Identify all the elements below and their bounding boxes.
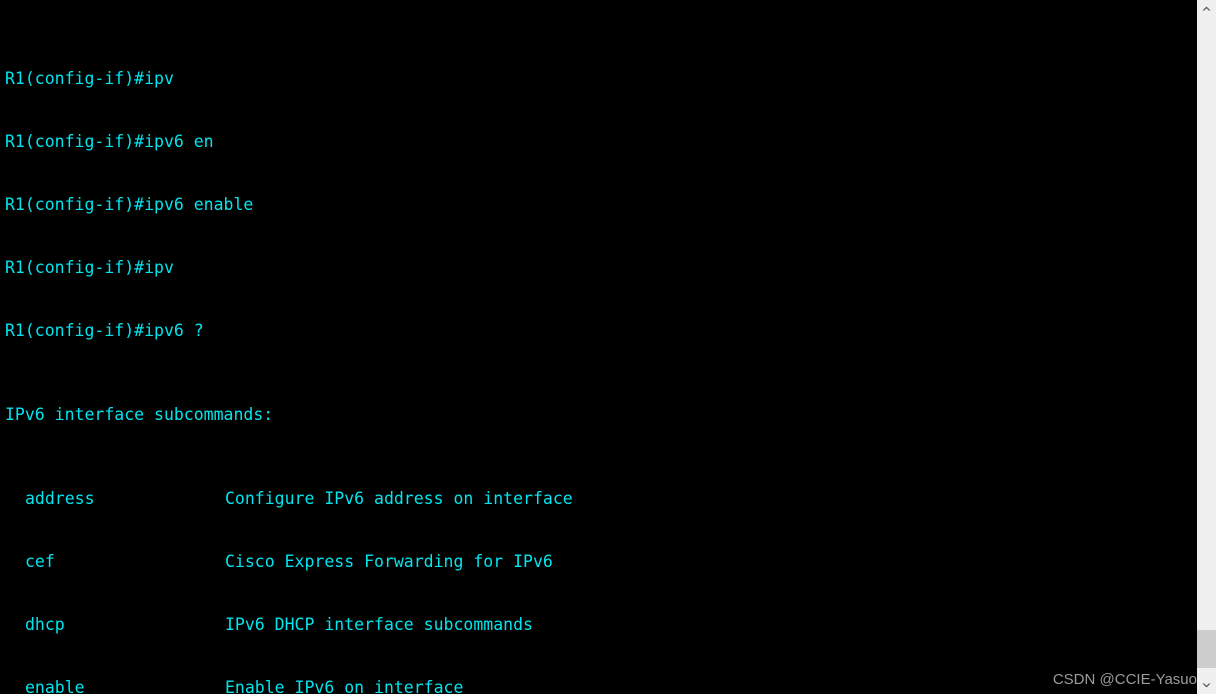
terminal-line: R1(config-if)#ipv — [5, 258, 174, 277]
help-description: IPv6 DHCP interface subcommands — [225, 615, 533, 634]
help-entry-address: address Configure IPv6 address on interfa… — [5, 488, 1197, 509]
scrollbar-thumb[interactable] — [1197, 630, 1216, 668]
help-command: dhcp — [25, 615, 65, 634]
help-entry-enable: enable Enable IPv6 on interface — [5, 677, 1197, 694]
help-entry-cef: cef Cisco Express Forwarding for IPv6 — [5, 551, 1197, 572]
terminal-line: R1(config-if)#ipv6 enable — [5, 195, 254, 214]
help-description: Cisco Express Forwarding for IPv6 — [225, 552, 553, 571]
vertical-scrollbar[interactable] — [1197, 0, 1216, 694]
terminal-line: R1(config-if)#ipv6 en — [5, 132, 214, 151]
chevron-down-icon — [1202, 683, 1211, 688]
help-command: enable — [25, 678, 85, 694]
scroll-up-button[interactable] — [1197, 0, 1216, 18]
help-entry-dhcp: dhcp IPv6 DHCP interface subcommands — [5, 614, 1197, 635]
terminal-window: R1(config-if)#ipv R1(config-if)#ipv6 en … — [0, 0, 1216, 694]
help-description: Configure IPv6 address on interface — [225, 489, 573, 508]
chevron-up-icon — [1202, 6, 1211, 11]
help-description: Enable IPv6 on interface — [225, 678, 464, 694]
scroll-down-button[interactable] — [1197, 676, 1216, 694]
console-output[interactable]: R1(config-if)#ipv R1(config-if)#ipv6 en … — [0, 0, 1197, 694]
scrollbar-track[interactable] — [1197, 18, 1216, 676]
help-command: address — [25, 489, 95, 508]
terminal-line: R1(config-if)#ipv — [5, 69, 174, 88]
help-header: IPv6 interface subcommands: — [5, 405, 274, 424]
help-command: cef — [25, 552, 55, 571]
terminal-line: R1(config-if)#ipv6 ? — [5, 321, 204, 340]
